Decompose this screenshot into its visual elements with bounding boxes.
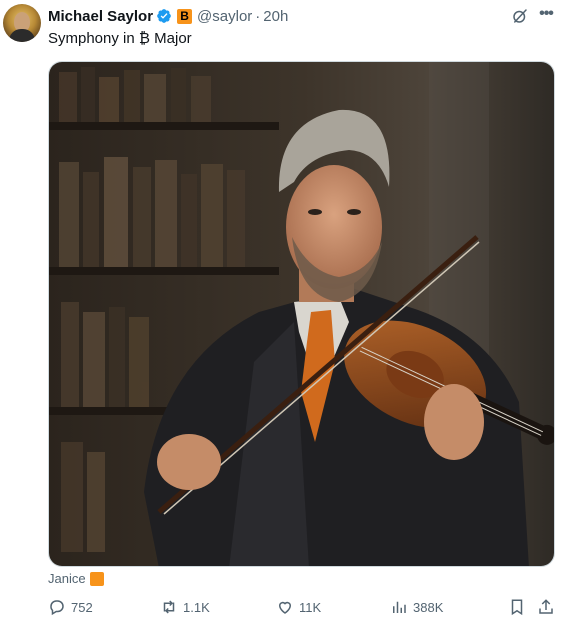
repost-icon xyxy=(163,600,175,614)
reply-button[interactable]: 752 xyxy=(48,598,93,616)
tweet-image[interactable] xyxy=(48,61,555,567)
separator-dot: · xyxy=(255,7,261,25)
more-icon[interactable]: ••• xyxy=(535,4,557,26)
media-caption[interactable]: Janice xyxy=(48,571,104,586)
bitcoin-affiliate-badge[interactable]: B xyxy=(177,8,193,24)
grok-icon[interactable] xyxy=(511,7,529,25)
reply-icon xyxy=(50,600,64,616)
view-count: 388K xyxy=(413,599,444,615)
views-button[interactable]: 388K xyxy=(390,598,443,616)
bookmark-button[interactable] xyxy=(508,598,526,616)
tweet-timestamp[interactable]: 20h xyxy=(263,8,288,25)
author-name[interactable]: Michael Saylor xyxy=(48,8,153,25)
repost-button[interactable]: 1.1K xyxy=(160,598,210,616)
tweet-text: Symphony in ₿ Major xyxy=(48,30,192,47)
bookmark-icon xyxy=(511,599,523,616)
verified-badge-icon[interactable] xyxy=(156,8,172,24)
bitcoin-badge-letter: B xyxy=(180,9,189,23)
tweet-header: Michael Saylor B @saylor · 20h xyxy=(48,6,288,26)
avatar[interactable] xyxy=(3,4,41,42)
like-button[interactable]: 11K xyxy=(276,598,321,616)
tweet-actions: 752 1.1K 11K 388K xyxy=(48,598,558,622)
orange-square-emoji xyxy=(89,571,104,586)
avatar-body xyxy=(9,29,35,42)
repost-count: 1.1K xyxy=(183,599,210,615)
share-icon xyxy=(539,599,553,614)
reply-count: 752 xyxy=(71,599,93,615)
like-count: 11K xyxy=(299,599,322,615)
heart-icon xyxy=(278,601,292,614)
author-handle[interactable]: @saylor xyxy=(197,8,252,25)
media-caption-text: Janice xyxy=(48,571,86,586)
share-button[interactable] xyxy=(537,598,555,616)
analytics-icon xyxy=(393,601,406,613)
